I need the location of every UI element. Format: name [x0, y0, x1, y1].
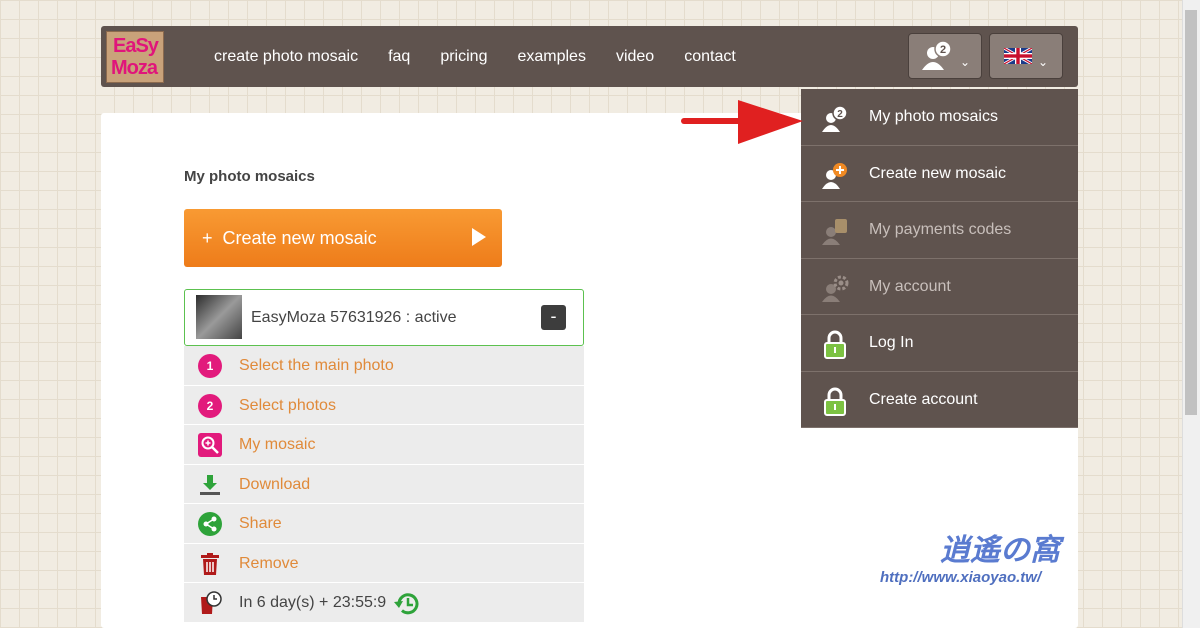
- menu-item-my-account[interactable]: My account: [801, 259, 1078, 315]
- site-watermark: 逍遙の窩 http://www.xiaoyao.tw/: [880, 525, 1060, 586]
- nav-link-faq[interactable]: faq: [388, 48, 410, 66]
- number-2-icon: 2: [198, 393, 222, 418]
- chevron-down-icon: ⌄: [1037, 55, 1049, 69]
- play-arrow-icon: [472, 228, 486, 246]
- step-select-main-photo[interactable]: 1 Select the main photo: [184, 346, 584, 386]
- plus-icon: +: [202, 227, 213, 248]
- watermark-title: 逍遙の窩: [940, 534, 1060, 567]
- create-new-mosaic-button[interactable]: + Create new mosaic: [184, 209, 502, 267]
- nav-link-video[interactable]: video: [616, 48, 654, 66]
- page-title: My photo mosaics: [184, 168, 315, 185]
- badge-count: 2: [837, 109, 843, 120]
- nav-link-examples[interactable]: examples: [517, 48, 585, 66]
- collapse-button[interactable]: -: [541, 305, 566, 330]
- action-share[interactable]: Share: [184, 504, 584, 544]
- user-menu-button[interactable]: 2 ⌄: [908, 33, 982, 79]
- lock-icon: [824, 387, 846, 416]
- action-label: Share: [239, 515, 282, 532]
- user-badge-icon: 2: [921, 40, 952, 70]
- nav-link-contact[interactable]: contact: [684, 48, 736, 66]
- menu-item-label: Create new mosaic: [869, 164, 1006, 182]
- number-1-icon: 1: [198, 354, 222, 378]
- menu-item-label: My photo mosaics: [869, 108, 998, 125]
- download-icon: [200, 474, 220, 495]
- scrollbar-thumb[interactable]: [1185, 10, 1197, 415]
- user-dropdown-menu: 2 My photo mosaics Create new mosaic My …: [801, 89, 1078, 428]
- expiry-text: In 6 day(s) + 23:55:9: [239, 594, 387, 611]
- easymoza-logo[interactable]: EaSy Moza: [106, 31, 164, 83]
- watermark-url: http://www.xiaoyao.tw/: [880, 569, 1042, 586]
- logo-text-top: EaSy: [113, 35, 159, 57]
- lock-icon: [824, 330, 846, 359]
- account-gear-icon: [822, 275, 849, 302]
- uk-flag-icon: [1003, 48, 1032, 64]
- menu-item-my-payments-codes[interactable]: My payments codes: [801, 202, 1078, 259]
- mosaic-name: EasyMoza 57631926 : active: [251, 309, 457, 326]
- red-arrow-annotation: [681, 100, 803, 144]
- action-label: Remove: [239, 554, 299, 572]
- menu-item-log-in[interactable]: Log In: [801, 315, 1078, 372]
- mosaic-actions-list: 1 Select the main photo 2 Select photos …: [184, 346, 584, 623]
- menu-item-create-account[interactable]: Create account: [801, 372, 1078, 428]
- trash-timer-icon: [201, 591, 222, 614]
- payment-icon: [822, 219, 847, 245]
- user-add-icon: [822, 162, 847, 189]
- user-badge-count: 2: [940, 44, 946, 56]
- action-label: Download: [239, 475, 311, 493]
- renew-clock-icon[interactable]: [393, 590, 421, 618]
- step-label: Select photos: [239, 396, 336, 414]
- share-icon: [198, 512, 222, 536]
- menu-item-label: Create account: [869, 390, 978, 408]
- menu-item-my-photo-mosaics[interactable]: 2 My photo mosaics: [801, 89, 1078, 146]
- chevron-down-icon: ⌄: [959, 55, 971, 69]
- action-my-mosaic[interactable]: My mosaic: [184, 425, 584, 465]
- action-label: My mosaic: [239, 436, 316, 453]
- nav-link-create-photo-mosaic[interactable]: create photo mosaic: [214, 48, 358, 66]
- menu-item-label: My payments codes: [869, 221, 1012, 238]
- mosaic-item[interactable]: EasyMoza 57631926 : active -: [184, 289, 584, 346]
- top-navbar: EaSy Moza create photo mosaic faq pricin…: [101, 26, 1078, 87]
- mosaic-thumbnail: [196, 295, 242, 339]
- menu-item-label: My account: [869, 277, 951, 295]
- menu-item-label: Log In: [869, 334, 914, 351]
- action-remove[interactable]: Remove: [184, 543, 584, 583]
- expiry-row: In 6 day(s) + 23:55:9: [184, 583, 584, 623]
- nav-link-pricing[interactable]: pricing: [440, 48, 487, 66]
- trash-icon: [201, 552, 219, 575]
- menu-item-create-new-mosaic[interactable]: Create new mosaic: [801, 146, 1078, 202]
- user-mosaics-icon: 2: [822, 105, 848, 132]
- nav-links: create photo mosaic faq pricing examples…: [214, 26, 766, 87]
- zoom-icon: [198, 433, 222, 457]
- language-menu-button[interactable]: ⌄: [989, 33, 1063, 79]
- step-label: Select the main photo: [239, 357, 394, 374]
- create-button-label: Create new mosaic: [222, 227, 377, 248]
- logo-text-bottom: Moza: [111, 57, 158, 79]
- action-download[interactable]: Download: [184, 464, 584, 504]
- step-select-photos[interactable]: 2 Select photos: [184, 385, 584, 425]
